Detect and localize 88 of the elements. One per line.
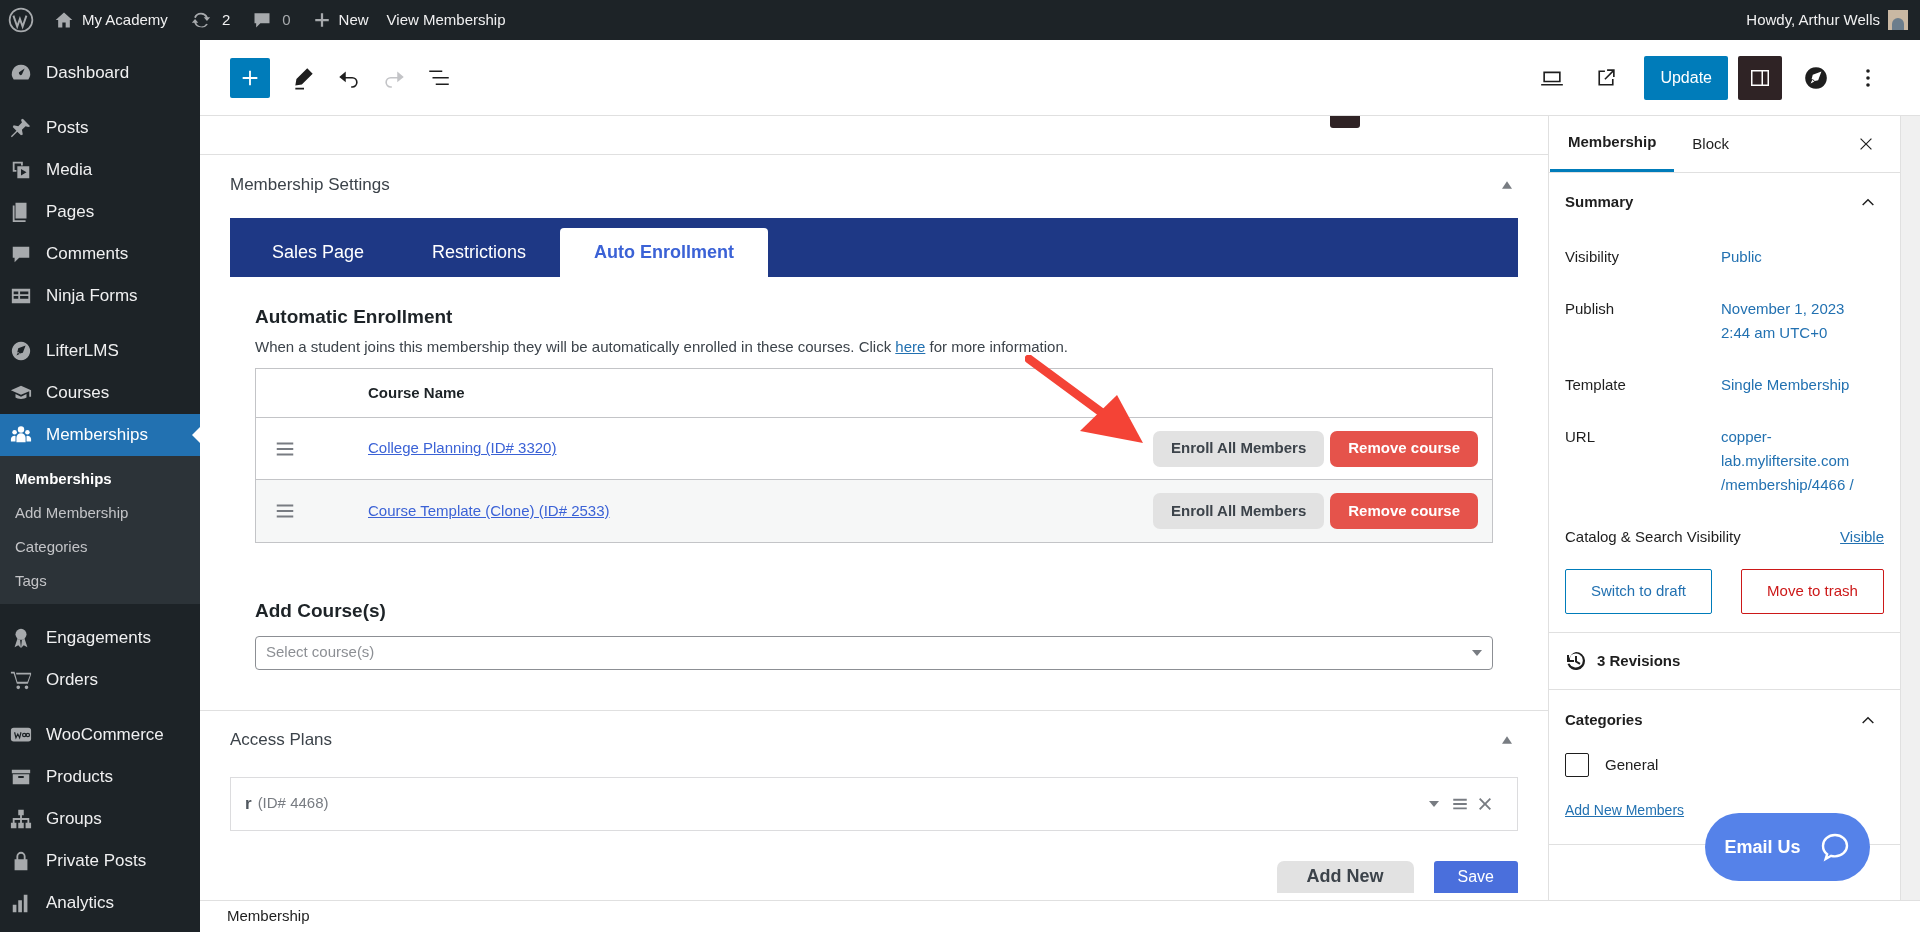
cart-icon: [10, 669, 32, 691]
menu-item[interactable]: Ninja Forms: [0, 275, 200, 317]
email-us-button[interactable]: Email Us: [1705, 813, 1870, 881]
field-value-link[interactable]: copper-lab.myliftersite.com /membership/4466 /: [1721, 425, 1863, 497]
rocket-icon: [1803, 64, 1829, 91]
field-label: Visibility: [1565, 247, 1620, 267]
menu-item[interactable]: Orders: [0, 659, 200, 701]
switch-to-draft-button[interactable]: Switch to draft: [1565, 569, 1712, 614]
menu-item[interactable]: Media: [0, 149, 200, 191]
checkbox[interactable]: [1565, 753, 1589, 777]
save-button[interactable]: Save: [1433, 860, 1518, 893]
menu-item[interactable]: Groups: [0, 798, 200, 840]
more-vertical-icon: [1866, 68, 1870, 87]
sitemap-icon: [10, 808, 32, 830]
section-title: Access Plans: [230, 728, 333, 751]
enroll-button[interactable]: Enroll All Members: [1152, 430, 1325, 467]
menu-item[interactable]: Private Posts: [0, 840, 200, 882]
field-label: Catalog & Search Visibility: [1565, 527, 1741, 547]
tab[interactable]: Auto Enrollment: [560, 228, 769, 277]
course-link[interactable]: College Planning (ID# 3320): [368, 437, 557, 460]
access-plan[interactable]: r (ID# 4468): [230, 776, 1518, 831]
pushpin-icon: [10, 117, 32, 139]
submenu-item[interactable]: Categories: [0, 530, 200, 564]
field-label: URL: [1565, 427, 1596, 447]
collapse-triangle-icon[interactable]: [1502, 735, 1512, 744]
avatar[interactable]: [1888, 10, 1908, 30]
media-icon: [10, 159, 32, 181]
move-to-trash-button[interactable]: Move to trash: [1741, 569, 1884, 614]
column-header: Course Name: [368, 382, 465, 403]
description: When a student joins this membership they will be automatically enrolled in these courses. Click here for more information.: [255, 336, 1069, 357]
view-membership-link[interactable]: View Membership: [386, 8, 506, 32]
close-icon[interactable]: [1477, 795, 1493, 812]
menu-item[interactable]: Posts: [0, 107, 200, 149]
updates-link[interactable]: 2: [189, 8, 231, 32]
section-title: Membership Settings: [230, 174, 390, 197]
course-link[interactable]: Course Template (Clone) (ID# 2533): [368, 499, 610, 523]
menu-item[interactable]: Memberships: [0, 414, 200, 456]
submenu-item[interactable]: Memberships: [0, 462, 200, 496]
plus-icon: [312, 11, 331, 29]
menu-item[interactable]: LifterLMS: [0, 330, 200, 372]
checkbox-label: General: [1605, 754, 1659, 775]
update-button[interactable]: Update: [1644, 55, 1728, 100]
menu-item[interactable]: Pages: [0, 191, 200, 233]
greeting[interactable]: Howdy, Arthur Wells: [1746, 8, 1880, 32]
panel-section-title[interactable]: Summary: [1565, 190, 1634, 214]
remove-button[interactable]: Remove course: [1330, 430, 1478, 467]
settings-button[interactable]: [1738, 55, 1782, 100]
collapse-triangle-icon[interactable]: [1502, 181, 1512, 189]
add-block-button[interactable]: [230, 57, 270, 98]
menu-item[interactable]: WooCommerce: [0, 714, 200, 756]
tab[interactable]: Restrictions: [398, 228, 561, 277]
menu-item[interactable]: Engagements: [0, 617, 200, 659]
home-icon: [54, 10, 74, 30]
field-value-link[interactable]: Visible: [1840, 525, 1884, 549]
field-label: Template: [1565, 375, 1627, 395]
field-value-link[interactable]: Single Membership: [1721, 373, 1863, 397]
site-name-link[interactable]: My Academy: [54, 8, 168, 32]
panel-section-title[interactable]: Categories: [1565, 708, 1643, 732]
panel-tab[interactable]: Membership: [1550, 116, 1675, 172]
wordpress-logo-icon[interactable]: [8, 7, 34, 33]
section-heading: Automatic Enrollment: [255, 305, 454, 329]
menu-item[interactable]: Dashboard: [0, 52, 200, 94]
plan-id: (ID# 4468): [257, 793, 329, 814]
help-link[interactable]: here: [895, 337, 926, 355]
comments-link[interactable]: 0: [252, 8, 291, 32]
scrollbar-track[interactable]: [1900, 116, 1920, 900]
menu-item[interactable]: Products: [0, 756, 200, 798]
field-value-link[interactable]: November 1, 2023 2:44 am UTC+0: [1721, 297, 1863, 345]
panel-tab[interactable]: Block: [1674, 116, 1748, 172]
submenu-item[interactable]: Add Membership: [0, 496, 200, 530]
new-link[interactable]: New: [312, 8, 369, 32]
menu-item[interactable]: Comments: [0, 233, 200, 275]
submenu-item[interactable]: Tags: [0, 564, 200, 598]
add-new-button[interactable]: Add New: [1276, 860, 1414, 893]
caret-icon[interactable]: [1429, 800, 1439, 807]
field-value-link[interactable]: Public: [1721, 245, 1863, 269]
field-label: Publish: [1565, 299, 1616, 319]
rocket-icon: [10, 340, 32, 362]
current-menu-pointer: [192, 427, 200, 443]
tab[interactable]: Sales Page: [238, 228, 399, 277]
menu-item[interactable]: Courses: [0, 372, 200, 414]
speech-bubble-icon: [252, 10, 273, 30]
section-heading: Add Course(s): [255, 599, 387, 623]
add-category-link[interactable]: Add New Members: [1565, 800, 1685, 821]
enroll-button[interactable]: Enroll All Members: [1152, 493, 1325, 529]
plan-name: r: [245, 792, 252, 815]
remove-button[interactable]: Remove course: [1330, 493, 1478, 529]
menu-item[interactable]: Analytics: [0, 882, 200, 924]
